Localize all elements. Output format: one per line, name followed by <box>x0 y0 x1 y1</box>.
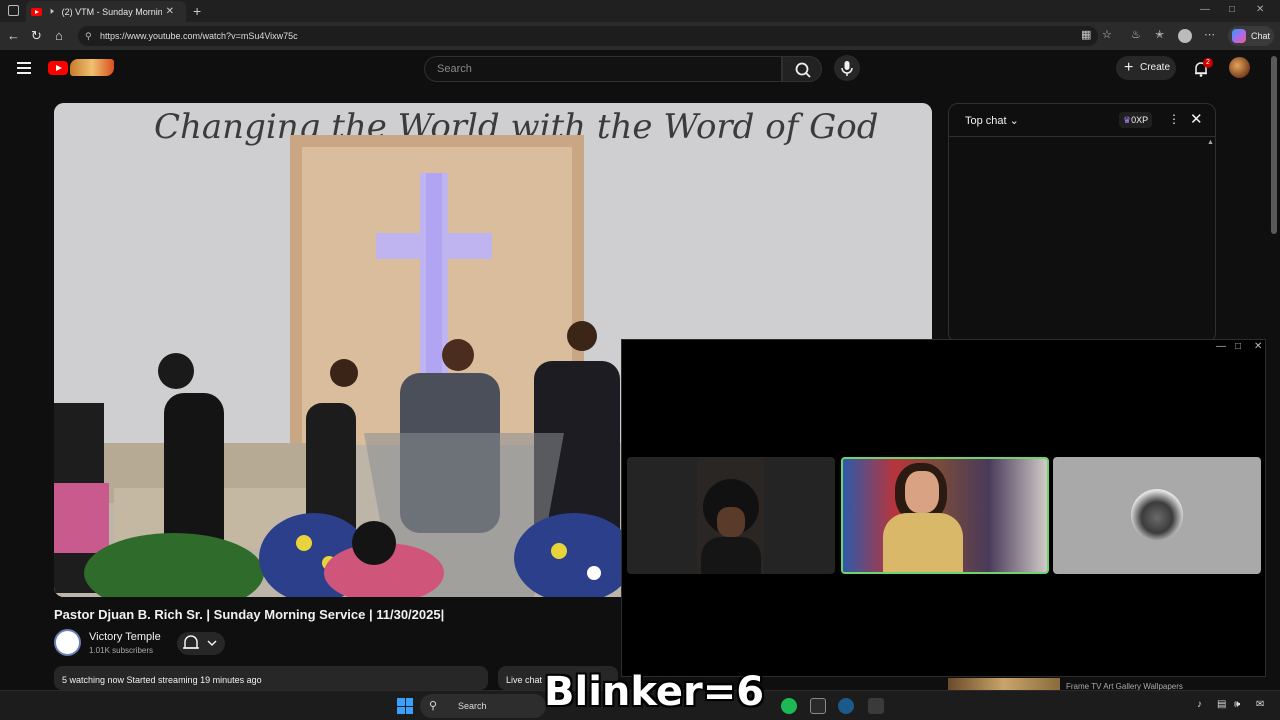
steam-icon[interactable] <box>838 698 854 714</box>
participant-body <box>701 537 761 574</box>
tab-close-icon[interactable]: ✕ <box>166 6 174 17</box>
favorites-icon[interactable]: ✭ <box>1155 28 1164 41</box>
participant-video <box>697 457 764 574</box>
youtube-favicon-icon <box>31 7 42 16</box>
app-icon[interactable] <box>868 698 884 714</box>
participant-tile-avatar-only[interactable] <box>1053 457 1261 574</box>
subscribed-notifications-button[interactable] <box>177 632 225 655</box>
voice-search-button[interactable] <box>834 55 860 81</box>
points-badge[interactable]: ♛0XP <box>1119 112 1153 128</box>
chat-mode-label: Top chat <box>965 115 1007 127</box>
video-call-window: — □ ✕ <box>621 339 1266 677</box>
description-box[interactable]: 5 watching now Started streaming 19 minu… <box>54 666 488 690</box>
tab-actions-icon[interactable] <box>8 5 19 16</box>
participant-face <box>905 471 939 513</box>
notification-tray-icon[interactable]: ✉ <box>1256 699 1264 710</box>
create-label: Create <box>1140 62 1171 73</box>
network-icon[interactable]: ▤ <box>1217 699 1226 710</box>
youtube-logo-icon[interactable] <box>48 61 68 75</box>
speaker-icon[interactable]: 🕨 <box>48 6 54 17</box>
overlay-caption: Blinker=6 <box>544 669 765 715</box>
windows-start-icon[interactable] <box>397 698 413 714</box>
taskbar-search[interactable]: ⚲ Search <box>420 694 546 718</box>
home-icon[interactable]: ⌂ <box>55 28 63 43</box>
participant-tile-active-speaker[interactable] <box>841 457 1049 574</box>
app-available-icon[interactable]: ▦ <box>1081 28 1091 41</box>
call-maximize-icon[interactable]: □ <box>1235 341 1241 352</box>
more-options-icon[interactable]: ⋯ <box>1204 28 1215 41</box>
tab-title: (2) VTM - Sunday Morning S <box>61 6 162 17</box>
menu-icon[interactable] <box>17 62 31 74</box>
copilot-logo-icon <box>1232 29 1246 43</box>
notification-badge: 2 <box>1203 58 1213 68</box>
refresh-icon[interactable]: ↻ <box>31 28 42 44</box>
plus-icon: + <box>1124 59 1134 76</box>
call-minimize-icon[interactable]: — <box>1216 341 1226 352</box>
back-icon[interactable]: ← <box>7 28 20 43</box>
search-input[interactable]: Search <box>424 56 782 82</box>
browser-toolbar: ← ↻ ⌂ ⚲ https://www.youtube.com/watch?v=… <box>0 22 1280 50</box>
account-avatar[interactable] <box>1229 57 1250 78</box>
page-scrollbar[interactable] <box>1271 56 1277 234</box>
points-value: 0XP <box>1131 115 1149 125</box>
microphone-icon <box>841 61 853 76</box>
search-icon <box>795 62 811 78</box>
channel-name[interactable]: Victory Temple <box>89 631 161 643</box>
participant-profile-picture <box>1131 489 1183 541</box>
microphone-tray-icon[interactable]: ♪ <box>1197 699 1202 710</box>
site-info-icon[interactable]: ⚲ <box>85 26 92 46</box>
close-chat-icon[interactable]: ✕ <box>1190 110 1203 128</box>
crown-icon: ♛ <box>1123 115 1132 125</box>
profile-icon[interactable] <box>1178 29 1192 43</box>
url-text: https://www.youtube.com/watch?v=mSu4Vixw… <box>100 31 298 41</box>
browser-tab-active[interactable]: 🕨 (2) VTM - Sunday Morning S ✕ <box>26 1 186 22</box>
taskbar-search-icon: ⚲ <box>429 700 438 712</box>
minimize-icon[interactable]: — <box>1200 4 1210 15</box>
chat-scroll-up-icon[interactable]: ▲ <box>1207 139 1214 146</box>
extension-icon[interactable]: ♨ <box>1131 28 1141 41</box>
new-tab-icon[interactable]: + <box>193 3 201 19</box>
youtube-doodle[interactable] <box>70 59 114 76</box>
volume-icon[interactable]: 🕪 <box>1234 699 1240 710</box>
create-button[interactable]: + Create <box>1116 56 1176 80</box>
search-button[interactable] <box>782 56 822 82</box>
restore-icon[interactable]: □ <box>1229 4 1235 15</box>
participant-tile[interactable] <box>627 457 835 574</box>
taskbar-search-label: Search <box>458 701 487 711</box>
subscriber-count: 1.01K subscribers <box>89 646 154 655</box>
channel-avatar[interactable] <box>54 629 81 656</box>
bell-icon <box>183 635 217 649</box>
copilot-label: Chat <box>1251 31 1271 41</box>
live-chat-panel: Top chat ⌄ ♛0XP ⋮ ✕ ▲ <box>948 103 1216 343</box>
chat-header: Top chat ⌄ ♛0XP ⋮ ✕ <box>949 104 1215 137</box>
window-close-icon[interactable]: ✕ <box>1256 4 1264 15</box>
browser-tab-bar: 🕨 (2) VTM - Sunday Morning S ✕ + — □ ✕ <box>0 0 1280 22</box>
participant-face <box>717 507 745 537</box>
chevron-down-icon: ⌄ <box>1009 115 1019 127</box>
spotify-icon[interactable] <box>781 698 797 714</box>
call-close-icon[interactable]: ✕ <box>1254 341 1262 352</box>
participant-hoodie <box>883 513 963 572</box>
youtube-header: Search + Create 2 <box>0 50 1280 88</box>
video-title: Pastor Djuan B. Rich Sr. | Sunday Mornin… <box>54 607 445 622</box>
copilot-chat-button[interactable]: Chat <box>1228 26 1274 46</box>
epic-games-icon[interactable] <box>810 698 826 714</box>
top-chat-dropdown[interactable]: Top chat ⌄ <box>965 114 1019 127</box>
chat-more-icon[interactable]: ⋮ <box>1168 112 1180 126</box>
favorite-star-icon[interactable]: ☆ <box>1102 28 1112 41</box>
address-bar[interactable]: ⚲ https://www.youtube.com/watch?v=mSu4Vi… <box>78 26 1098 46</box>
